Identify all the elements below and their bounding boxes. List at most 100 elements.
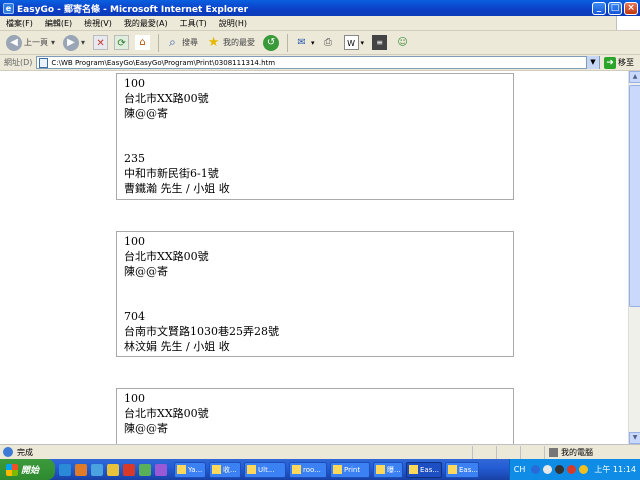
sender-name: 陳@@寄 bbox=[124, 107, 168, 120]
security-zone: 我的電腦 bbox=[544, 445, 640, 459]
sender-name: 陳@@寄 bbox=[124, 422, 168, 435]
page-icon bbox=[39, 57, 49, 68]
start-button[interactable]: 開始 bbox=[0, 459, 55, 480]
page-content: 100 台北市XX路00號 陳@@寄 235 中和市新民街6-1號 曹鐵瀚 先生… bbox=[0, 71, 628, 444]
address-input[interactable]: C:\WB Program\EasyGo\EasyGo\Program\Prin… bbox=[36, 56, 600, 69]
taskbar-item[interactable]: 收... bbox=[209, 461, 241, 478]
address-url: C:\WB Program\EasyGo\EasyGo\Program\Prin… bbox=[51, 58, 276, 67]
app-icon bbox=[247, 465, 256, 474]
toolbar: ◀ 上一頁 ▾ ▶ ▾ ✕ ⟳ ⌂ ⌕ 搜尋 ★ 我的最愛 ↺ ✉ ▾ ⎙ W ▾ … bbox=[0, 31, 640, 55]
sender-zip: 100 bbox=[124, 77, 145, 90]
window-title: EasyGo - 郵寄名條 - Microsoft Internet Explo… bbox=[17, 4, 249, 15]
menu-file[interactable]: 檔案(F) bbox=[0, 18, 39, 29]
forward-button[interactable]: ▶ ▾ bbox=[63, 34, 85, 51]
favorites-label: 我的最愛 bbox=[223, 38, 256, 47]
back-button[interactable]: ◀ 上一頁 ▾ bbox=[6, 34, 55, 51]
back-label: 上一頁 bbox=[24, 38, 48, 47]
computer-icon bbox=[549, 447, 558, 457]
stop-icon[interactable]: ✕ bbox=[93, 35, 109, 50]
print-icon[interactable]: ⎙ bbox=[321, 35, 336, 50]
zone-label: 我的電腦 bbox=[561, 447, 593, 457]
windows-logo-icon bbox=[616, 16, 640, 30]
quicklaunch-ie-icon[interactable] bbox=[59, 463, 71, 476]
app-icon bbox=[177, 465, 186, 474]
chevron-down-icon[interactable]: ▼ bbox=[586, 56, 599, 69]
menu-favorites[interactable]: 我的最愛(A) bbox=[118, 18, 174, 29]
quicklaunch-app-icon[interactable] bbox=[75, 463, 87, 476]
ie-icon bbox=[409, 465, 418, 474]
vertical-scrollbar[interactable]: ▲ ▼ bbox=[628, 71, 640, 444]
edit-icon[interactable]: W bbox=[343, 35, 359, 50]
discuss-icon[interactable]: ≡ bbox=[372, 35, 388, 50]
tray-icon[interactable] bbox=[531, 465, 541, 474]
toolbar-separator bbox=[158, 33, 160, 52]
system-tray: CH 上午 11:14 bbox=[508, 459, 640, 480]
menu-bar: 檔案(F) 編輯(E) 檢視(V) 我的最愛(A) 工具(T) 說明(H) bbox=[0, 16, 640, 31]
home-icon[interactable]: ⌂ bbox=[135, 35, 151, 50]
refresh-icon[interactable]: ⟳ bbox=[114, 35, 130, 50]
volume-icon[interactable] bbox=[579, 465, 589, 474]
scroll-up-icon[interactable]: ▲ bbox=[629, 71, 640, 83]
tray-icon[interactable] bbox=[567, 465, 577, 474]
menu-view[interactable]: 檢視(V) bbox=[78, 18, 118, 29]
quicklaunch-app-icon[interactable] bbox=[91, 463, 103, 476]
close-button[interactable]: × bbox=[624, 1, 638, 15]
menu-edit[interactable]: 編輯(E) bbox=[39, 18, 78, 29]
sender-address: 台北市XX路00號 bbox=[124, 92, 209, 105]
maximize-button[interactable]: □ bbox=[608, 1, 622, 15]
app-icon bbox=[292, 465, 301, 474]
recipient-zip: 235 bbox=[124, 152, 145, 165]
search-icon: ⌕ bbox=[169, 35, 176, 49]
language-indicator[interactable]: CH bbox=[514, 465, 526, 474]
quicklaunch-app-icon[interactable] bbox=[123, 463, 135, 476]
toolbar-separator bbox=[287, 33, 289, 52]
tray-icon[interactable] bbox=[555, 465, 565, 474]
quicklaunch-app-icon[interactable] bbox=[107, 463, 119, 476]
title-bar: e EasyGo - 郵寄名條 - Microsoft Internet Exp… bbox=[0, 0, 640, 16]
go-arrow-icon: ➜ bbox=[604, 56, 616, 69]
sender-zip: 100 bbox=[124, 392, 145, 405]
mail-icon[interactable]: ✉ bbox=[294, 35, 309, 50]
recipient-name: 曹鐵瀚 先生 / 小姐 收 bbox=[124, 182, 230, 195]
tray-icon[interactable] bbox=[543, 465, 553, 474]
recipient-name: 林汶娟 先生 / 小姐 收 bbox=[124, 340, 230, 353]
scroll-down-icon[interactable]: ▼ bbox=[629, 432, 640, 444]
sender-address: 台北市XX路00號 bbox=[124, 407, 209, 420]
page-status-icon bbox=[3, 447, 13, 457]
app-icon bbox=[212, 465, 221, 474]
taskbar-item[interactable]: Ya... bbox=[174, 461, 206, 478]
sender-zip: 100 bbox=[124, 235, 145, 248]
recipient-zip: 704 bbox=[124, 310, 145, 323]
mailing-label: 100 台北市XX路00號 陳@@寄 704 台南市文賢路1030巷25弄28號… bbox=[116, 231, 514, 357]
quicklaunch-app-icon[interactable] bbox=[155, 463, 167, 476]
taskbar-item[interactable]: Eas... bbox=[406, 461, 442, 478]
clock[interactable]: 上午 11:14 bbox=[594, 464, 636, 475]
menu-tools[interactable]: 工具(T) bbox=[174, 18, 213, 29]
search-button[interactable]: ⌕ 搜尋 bbox=[165, 35, 198, 50]
address-bar: 網址(D) C:\WB Program\EasyGo\EasyGo\Progra… bbox=[0, 55, 640, 71]
messenger-icon[interactable]: ☺ bbox=[395, 35, 410, 50]
windows-flag-icon bbox=[6, 463, 18, 476]
status-bar: 完成 我的電腦 bbox=[0, 444, 640, 459]
taskbar-item[interactable]: Ult... bbox=[244, 461, 286, 478]
taskbar-item[interactable]: roo... bbox=[289, 461, 327, 478]
sender-address: 台北市XX路00號 bbox=[124, 250, 209, 263]
forward-arrow-icon: ▶ bbox=[63, 34, 80, 51]
folder-icon bbox=[333, 465, 342, 474]
taskbar-item[interactable]: 曝... bbox=[373, 461, 403, 478]
mailing-label: 100 台北市XX路00號 陳@@寄 235 中和市新民街6-1號 曹鐵瀚 先生… bbox=[116, 73, 514, 200]
taskbar-item[interactable]: Print bbox=[330, 461, 370, 478]
sender-name: 陳@@寄 bbox=[124, 265, 168, 278]
search-label: 搜尋 bbox=[182, 38, 199, 47]
minimize-button[interactable]: _ bbox=[592, 1, 606, 15]
back-arrow-icon: ◀ bbox=[6, 34, 22, 51]
scrollbar-thumb[interactable] bbox=[629, 85, 640, 307]
favorites-button[interactable]: ★ 我的最愛 bbox=[206, 35, 255, 50]
history-icon[interactable]: ↺ bbox=[263, 34, 280, 51]
menu-help[interactable]: 說明(H) bbox=[213, 18, 253, 29]
star-icon: ★ bbox=[207, 35, 220, 50]
taskbar-item[interactable]: Eas... bbox=[445, 461, 479, 478]
address-label: 網址(D) bbox=[4, 58, 33, 67]
go-button[interactable]: ➜ 移至 bbox=[604, 56, 634, 69]
quicklaunch-app-icon[interactable] bbox=[139, 463, 151, 476]
